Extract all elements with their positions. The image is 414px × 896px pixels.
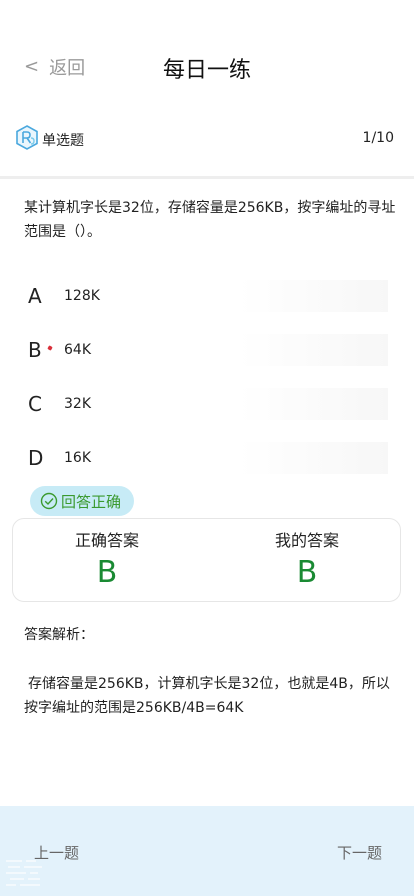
option-letter: D bbox=[28, 446, 44, 470]
section-divider bbox=[0, 176, 414, 179]
option-text: 64K bbox=[64, 342, 91, 358]
option-text: 16K bbox=[64, 450, 91, 466]
option-c[interactable]: C 32K bbox=[14, 388, 388, 420]
option-b[interactable]: B 64K bbox=[14, 334, 388, 366]
option-letter: C bbox=[28, 392, 42, 416]
option-letter: B bbox=[28, 338, 42, 362]
question-progress: 1/10 bbox=[362, 130, 394, 146]
my-answer-value: B bbox=[296, 555, 318, 590]
footer-nav: 上一题 下一题 bbox=[0, 806, 414, 896]
result-label: 回答正确 bbox=[61, 492, 122, 511]
previous-question-button[interactable]: 上一题 bbox=[34, 842, 79, 863]
footer-decoration-icon bbox=[6, 860, 42, 886]
correct-answer-value: B bbox=[96, 555, 118, 590]
option-text: 128K bbox=[64, 288, 100, 304]
correct-answer-label: 正确答案 bbox=[74, 531, 139, 550]
check-circle-icon bbox=[40, 492, 58, 510]
question-type-label: 单选题 bbox=[42, 133, 84, 149]
next-question-button[interactable]: 下一题 bbox=[337, 842, 382, 863]
analysis-text: 存储容量是256KB，计算机字长是32位，也就是4B，所以按字编址的范围是256… bbox=[24, 676, 390, 716]
option-text: 32K bbox=[64, 396, 91, 412]
my-answer-label: 我的答案 bbox=[274, 531, 339, 550]
page-title: 每日一练 bbox=[162, 58, 251, 83]
my-answer: 我的答案 B bbox=[217, 527, 397, 590]
option-letter: A bbox=[28, 284, 42, 308]
option-d[interactable]: D 16K bbox=[14, 442, 388, 474]
analysis-title: 答案解析： bbox=[24, 627, 94, 643]
question-meta-row: 单选题 1/10 bbox=[0, 118, 414, 162]
question-type-icon bbox=[16, 125, 38, 150]
question-text: 某计算机字长是32位，存储容量是256KB，按字编址的寻址范围是（）。 bbox=[24, 200, 396, 240]
option-a[interactable]: A 128K bbox=[14, 280, 388, 312]
answer-card: 正确答案 B 我的答案 B bbox=[12, 518, 401, 602]
correct-answer: 正确答案 B bbox=[17, 527, 197, 590]
result-badge: 回答正确 bbox=[30, 486, 134, 516]
header: < 返回 每日一练 bbox=[0, 0, 414, 100]
